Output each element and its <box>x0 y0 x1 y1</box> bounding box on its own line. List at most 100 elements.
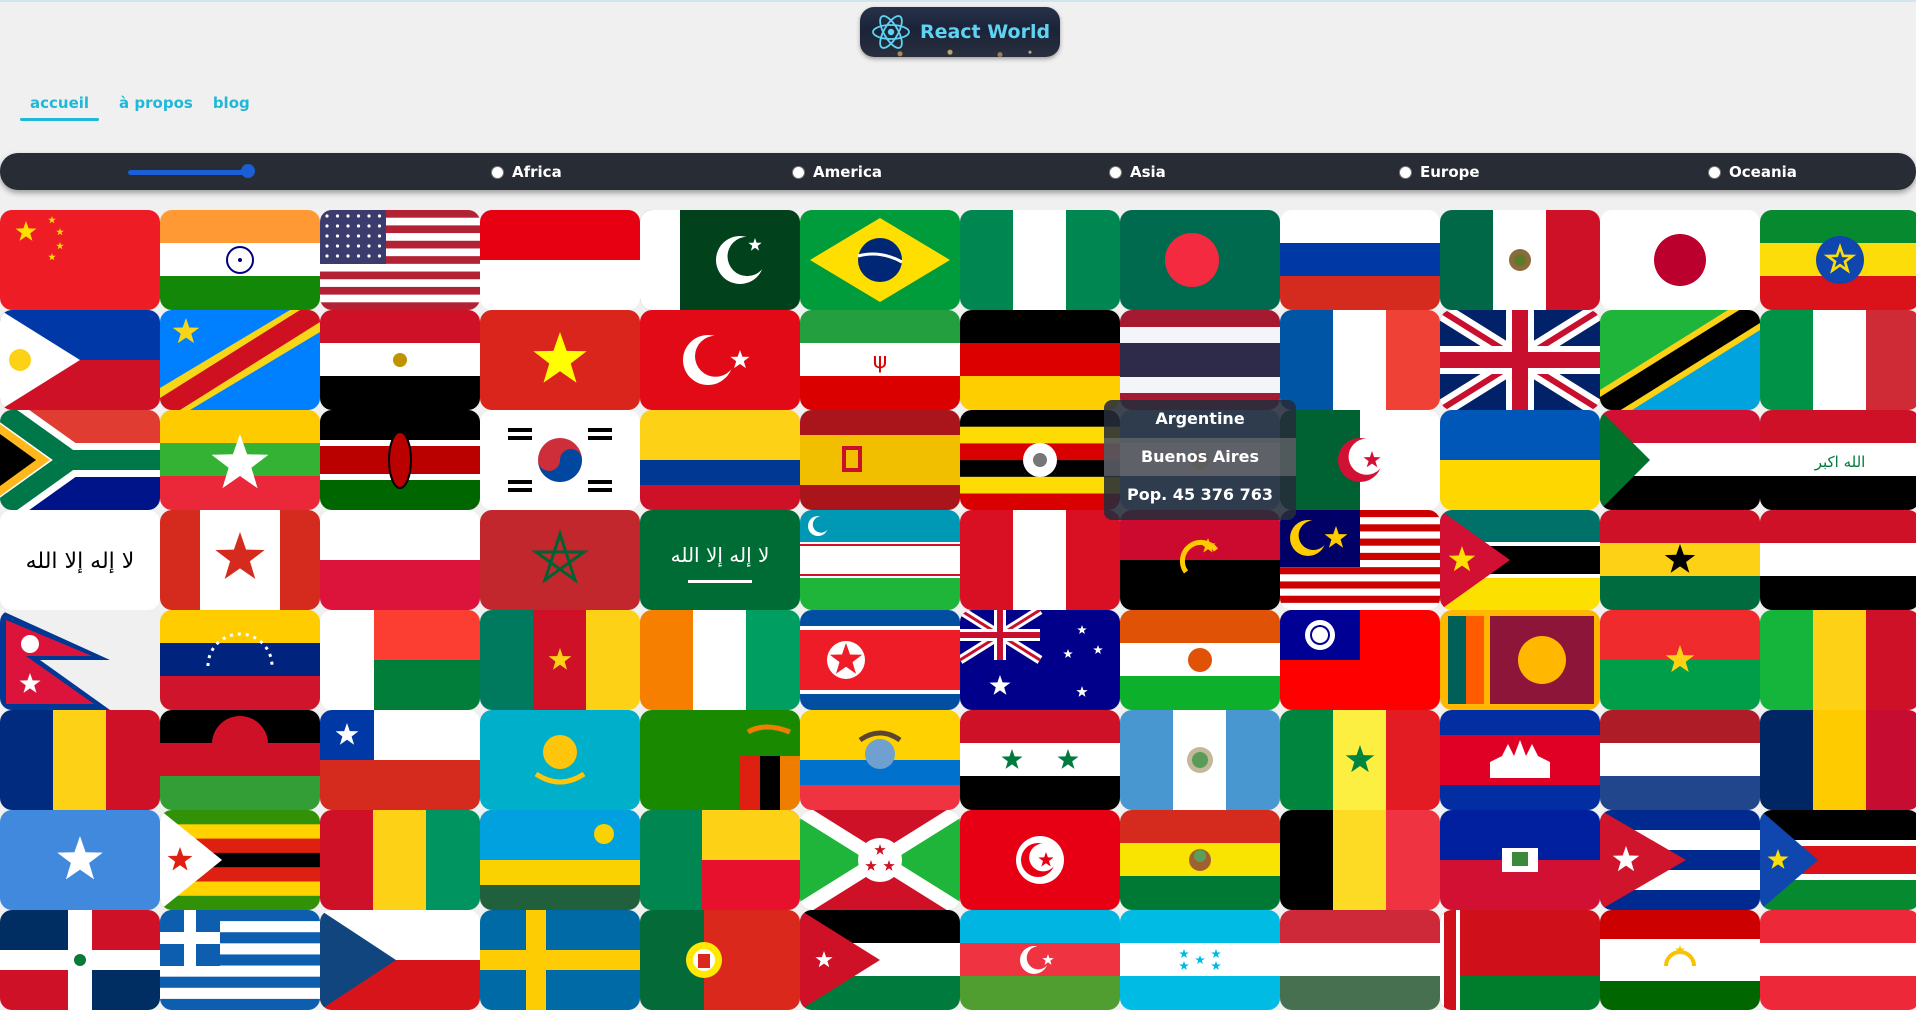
radio-africa[interactable]: Africa <box>491 163 562 181</box>
flag-mozambique[interactable] <box>1440 510 1600 610</box>
flag-cameroon[interactable] <box>480 610 640 710</box>
flag-algeria[interactable] <box>1280 410 1440 510</box>
flag-spain[interactable] <box>800 410 960 510</box>
flag-north-korea[interactable] <box>800 610 960 710</box>
flag-austria[interactable] <box>1760 910 1916 1010</box>
flag-south-korea[interactable] <box>480 410 640 510</box>
flag-zambia[interactable] <box>640 710 800 810</box>
app-logo[interactable]: React World <box>860 7 1060 57</box>
flag-senegal[interactable] <box>1280 710 1440 810</box>
flag-malaysia[interactable] <box>1280 510 1440 610</box>
nav-about[interactable]: à propos <box>119 94 193 120</box>
flag-haiti[interactable] <box>1440 810 1600 910</box>
flag-ukraine[interactable] <box>1440 410 1600 510</box>
flag-cambodia[interactable] <box>1440 710 1600 810</box>
flag-russia[interactable] <box>1280 210 1440 310</box>
flag-indonesia[interactable] <box>480 210 640 310</box>
flag-zimbabwe[interactable] <box>160 810 320 910</box>
flag-india[interactable] <box>160 210 320 310</box>
flag-guatemala[interactable] <box>1120 710 1280 810</box>
flag-nigeria[interactable] <box>960 210 1120 310</box>
flag-mali[interactable] <box>1760 610 1916 710</box>
flag-jordan[interactable] <box>800 910 960 1010</box>
flag-tanzania[interactable] <box>1600 310 1760 410</box>
flag-myanmar[interactable] <box>160 410 320 510</box>
flag-burundi[interactable] <box>800 810 960 910</box>
flag-syria[interactable] <box>960 710 1120 810</box>
flag-honduras[interactable] <box>1120 910 1280 1010</box>
nav-blog[interactable]: blog <box>213 94 250 120</box>
flag-burkina-faso[interactable] <box>1600 610 1760 710</box>
flag-chile[interactable] <box>320 710 480 810</box>
flag-dr-congo[interactable] <box>160 310 320 410</box>
flag-south-africa[interactable] <box>0 410 160 510</box>
flag-niger[interactable] <box>1120 610 1280 710</box>
flag-japan[interactable] <box>1600 210 1760 310</box>
flag-bangladesh[interactable] <box>1120 210 1280 310</box>
flag-saudi-arabia[interactable]: لا إله إلا الله <box>640 510 800 610</box>
flag-ghana[interactable] <box>1600 510 1760 610</box>
country-count-slider[interactable] <box>128 170 250 175</box>
flag-ivory-coast[interactable] <box>640 610 800 710</box>
flag-china[interactable] <box>0 210 160 310</box>
flag-nepal[interactable] <box>0 610 160 710</box>
slider-thumb[interactable] <box>241 164 255 178</box>
flag-kazakhstan[interactable] <box>480 710 640 810</box>
flag-italy[interactable] <box>1760 310 1916 410</box>
flag-ethiopia[interactable] <box>1760 210 1916 310</box>
flag-mexico[interactable] <box>1440 210 1600 310</box>
nav-home[interactable]: accueil <box>20 94 100 121</box>
flag-egypt[interactable] <box>320 310 480 410</box>
radio-button[interactable] <box>491 165 504 179</box>
flag-morocco[interactable] <box>480 510 640 610</box>
flag-hungary[interactable] <box>1280 910 1440 1010</box>
flag-venezuela[interactable] <box>160 610 320 710</box>
flag-madagascar[interactable] <box>320 610 480 710</box>
radio-button[interactable] <box>1708 165 1721 179</box>
flag-germany[interactable] <box>960 310 1120 410</box>
flag-malawi[interactable] <box>160 710 320 810</box>
radio-button[interactable] <box>1109 165 1122 179</box>
radio-oceania[interactable]: Oceania <box>1708 163 1797 181</box>
flag-philippines[interactable] <box>0 310 160 410</box>
flag-greece[interactable] <box>160 910 320 1010</box>
flag-netherlands[interactable] <box>1600 710 1760 810</box>
flag-vietnam[interactable] <box>480 310 640 410</box>
flag-australia[interactable] <box>960 610 1120 710</box>
flag-cuba[interactable] <box>1600 810 1760 910</box>
flag-belgium[interactable] <box>1280 810 1440 910</box>
flag-czechia[interactable] <box>320 910 480 1010</box>
flag-thailand[interactable] <box>1120 310 1280 410</box>
flag-uganda[interactable] <box>960 410 1120 510</box>
flag-sudan[interactable] <box>1600 410 1760 510</box>
flag-colombia[interactable] <box>640 410 800 510</box>
flag-azerbaijan[interactable] <box>960 910 1120 1010</box>
flag-sri-lanka[interactable] <box>1440 610 1600 710</box>
flag-belarus[interactable] <box>1440 910 1600 1010</box>
flag-turkey[interactable] <box>640 310 800 410</box>
flag-bolivia[interactable] <box>1120 810 1280 910</box>
flag-poland[interactable] <box>320 510 480 610</box>
radio-asia[interactable]: Asia <box>1109 163 1166 181</box>
flag-ecuador[interactable] <box>800 710 960 810</box>
flag-pakistan[interactable] <box>640 210 800 310</box>
flag-romania[interactable] <box>0 710 160 810</box>
flag-united-kingdom[interactable] <box>1440 310 1600 410</box>
flag-portugal[interactable] <box>640 910 800 1010</box>
flag-south-sudan[interactable] <box>1760 810 1916 910</box>
flag-united-states[interactable] <box>320 210 480 310</box>
flag-tunisia[interactable] <box>960 810 1120 910</box>
radio-america[interactable]: America <box>792 163 882 181</box>
flag-sweden[interactable] <box>480 910 640 1010</box>
flag-benin[interactable] <box>640 810 800 910</box>
radio-button[interactable] <box>792 165 805 179</box>
flag-france[interactable] <box>1280 310 1440 410</box>
flag-tajikistan[interactable] <box>1600 910 1760 1010</box>
flag-peru[interactable] <box>960 510 1120 610</box>
flag-rwanda[interactable] <box>480 810 640 910</box>
flag-brazil[interactable] <box>800 210 960 310</box>
flag-yemen[interactable] <box>1760 510 1916 610</box>
radio-button[interactable] <box>1399 165 1412 179</box>
flag-dominican-republic[interactable] <box>0 910 160 1010</box>
flag-iraq[interactable]: الله اكبر <box>1760 410 1916 510</box>
